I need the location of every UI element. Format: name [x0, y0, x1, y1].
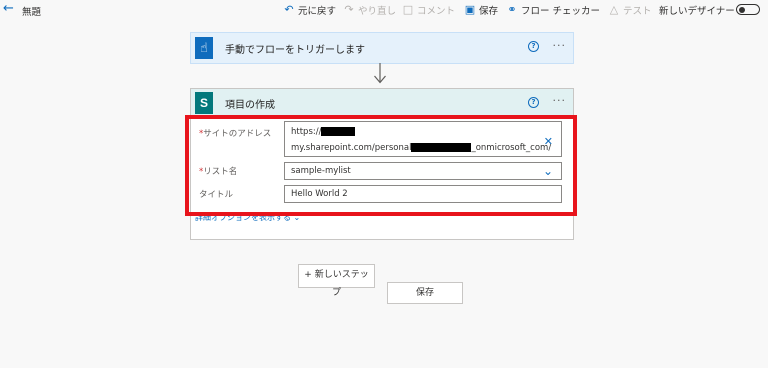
create-item-card-title: 項目の作成	[225, 99, 275, 111]
new-designer-toggle[interactable]	[736, 4, 760, 15]
connector-arrow-icon	[374, 63, 386, 84]
new-step-button[interactable]: + 新しいステッ プ	[298, 264, 375, 298]
sharepoint-icon: S	[195, 92, 213, 114]
flask-icon: △	[609, 3, 619, 16]
touch-hand-icon: ☝	[195, 37, 213, 59]
arrow-left-icon[interactable]: ←	[3, 2, 14, 16]
save-toolbar-button[interactable]: ▣ 保存	[464, 3, 498, 18]
highlight-frame	[185, 115, 577, 216]
trigger-card[interactable]: ☝ 手動でフローをトリガーします ? ···	[190, 32, 574, 64]
stethoscope-icon: ⚭	[507, 3, 517, 16]
help-circle-icon[interactable]: ?	[528, 41, 539, 52]
comment-icon: □	[402, 3, 414, 16]
help-circle-icon[interactable]: ?	[528, 97, 539, 108]
more-icon[interactable]: ···	[553, 95, 567, 107]
new-designer-label: 新しいデザイナー	[659, 6, 735, 17]
flow-checker-button[interactable]: ⚭ フロー チェッカー	[506, 3, 600, 18]
save-button[interactable]: 保存	[387, 282, 463, 304]
command-bar: ← 無題 ↶ 元に戻す ↷ やり直し □ コメント ▣ 保存 ⚭ フロー チェッ…	[0, 0, 768, 20]
undo-icon: ↶	[284, 3, 294, 16]
flow-title[interactable]: 無題	[22, 4, 41, 18]
comment-button[interactable]: □ コメント	[402, 3, 455, 18]
undo-button[interactable]: ↶ 元に戻す	[283, 3, 336, 18]
redo-button[interactable]: ↷ やり直し	[343, 3, 396, 18]
trigger-card-title: 手動でフローをトリガーします	[225, 44, 365, 56]
redo-icon: ↷	[344, 3, 354, 16]
more-icon[interactable]: ···	[553, 40, 567, 52]
save-icon: ▣	[464, 3, 476, 16]
toggle-knob	[739, 6, 745, 13]
test-button[interactable]: △ テスト	[608, 3, 652, 18]
trigger-card-header[interactable]: ☝ 手動でフローをトリガーします ? ···	[191, 33, 573, 63]
create-item-card-header[interactable]: S 項目の作成 ? ···	[191, 89, 573, 117]
